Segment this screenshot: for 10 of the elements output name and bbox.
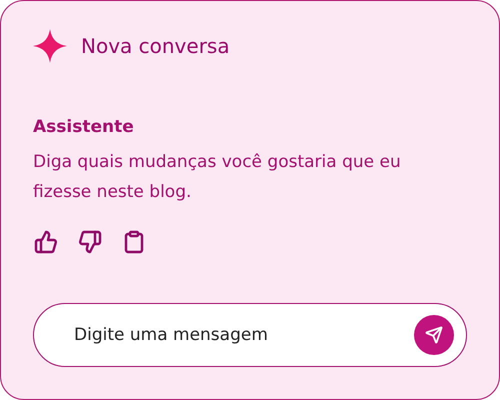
sparkle-icon [33,29,67,63]
thumbs-up-icon[interactable] [33,229,59,255]
message-field[interactable]: Digite uma mensagem [33,303,467,367]
message-text: Diga quais mudanças você gostaria que eu fizesse neste blog. [33,151,402,204]
send-icon [425,326,443,344]
thumbs-down-icon[interactable] [77,229,103,255]
chat-title: Nova conversa [81,34,230,58]
message-input[interactable]: Digite uma mensagem [72,324,414,346]
author-name: Assistente [33,117,135,137]
send-button[interactable] [414,315,454,355]
